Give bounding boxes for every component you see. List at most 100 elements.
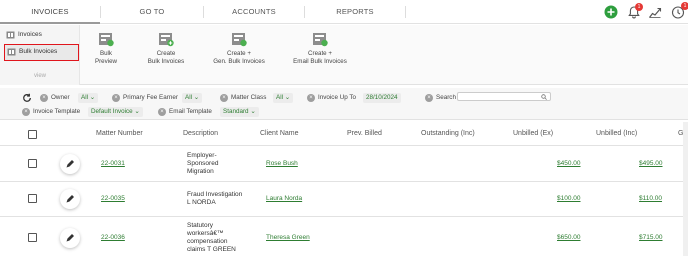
column-header-prev-billed[interactable]: Prev. Billed [347, 122, 382, 146]
description-line: workersâ€™ [187, 230, 224, 237]
remove-filter-icon[interactable]: × [40, 94, 48, 102]
chevron-down-icon: ⌄ [193, 94, 200, 101]
table-row[interactable]: 22-0035 Fraud Investigation L NORDA Laur… [0, 182, 688, 217]
unbilled-inc-link[interactable]: $110.00 [639, 195, 662, 203]
matter-class-filter-chip: × Matter Class [220, 93, 266, 103]
add-icon[interactable] [604, 5, 618, 19]
button-label: Email Bulk Invoices [293, 58, 347, 65]
button-label: Bulk Invoices [147, 58, 185, 65]
timer-badge: 1 [681, 2, 688, 10]
view-section-label: view [33, 73, 46, 79]
unbilled-ex-link[interactable]: $450.00 [557, 160, 581, 168]
matter-number-link[interactable]: 22-0031 [101, 160, 125, 168]
dropdown-value: Standard [223, 108, 249, 115]
remove-filter-icon[interactable]: × [307, 94, 315, 102]
description-line: Statutory [187, 222, 214, 229]
description-line: compensation [187, 238, 228, 245]
chevron-down-icon: ⌄ [284, 94, 291, 101]
chevron-down-icon: ⌄ [89, 94, 96, 101]
column-header-unbilled-ex[interactable]: Unbilled (Ex) [513, 122, 553, 146]
date-value: 28/10/2024 [366, 94, 398, 101]
fee-earner-dropdown[interactable]: All ⌄ [182, 93, 203, 103]
filter-label: Matter Class [231, 94, 267, 101]
client-name-link[interactable]: Laura Norda [266, 195, 302, 203]
bulk-invoice-icon [7, 48, 16, 56]
client-name-link[interactable]: Theresa Green [266, 234, 310, 242]
bulk-preview-button[interactable]: Bulk Preview [86, 32, 126, 66]
filter-label: Email Template [169, 108, 212, 115]
button-label: Gen. Bulk Invoices [213, 58, 265, 65]
search-input[interactable] [457, 92, 551, 101]
column-header-unbilled-inc[interactable]: Unbilled (Inc) [596, 122, 637, 146]
button-label: Create [156, 50, 176, 57]
pencil-icon [66, 160, 74, 168]
remove-filter-icon[interactable]: × [22, 108, 30, 116]
row-checkbox[interactable] [28, 233, 37, 242]
description-cell: Employer- Sponsored Migration [187, 152, 218, 176]
trend-chart-icon[interactable] [648, 5, 662, 19]
invoice-template-dropdown[interactable]: Default Invoice ⌄ [88, 107, 143, 117]
button-label: Create + [227, 50, 251, 57]
row-checkbox[interactable] [28, 194, 37, 203]
edit-button[interactable] [60, 228, 80, 248]
matter-number-link[interactable]: 22-0036 [101, 234, 125, 242]
search-icon [541, 94, 547, 100]
edit-button[interactable] [60, 189, 80, 209]
sidebar-item-bulk-invoices[interactable]: Bulk Invoices [4, 44, 79, 61]
create-invoice-icon [158, 33, 174, 47]
description-cell: Fraud Investigation L NORDA [187, 191, 242, 207]
description-line: Migration [187, 168, 214, 175]
filter-label: Owner [51, 94, 70, 101]
row-checkbox[interactable] [28, 159, 37, 168]
top-navigation: INVOICES GO TO ACCOUNTS REPORTS 1 1 [0, 0, 688, 24]
email-invoice-icon [312, 33, 328, 47]
create-gen-bulk-invoices-button[interactable]: Create + Gen. Bulk Invoices [209, 32, 269, 66]
column-header-description[interactable]: Description [183, 122, 218, 146]
remove-filter-icon[interactable]: × [425, 94, 433, 102]
edit-button[interactable] [60, 154, 80, 174]
owner-dropdown[interactable]: All ⌄ [78, 93, 99, 103]
chevron-down-icon: ⌄ [134, 108, 140, 115]
column-header-client-name[interactable]: Client Name [260, 122, 299, 146]
column-header-outstanding[interactable]: Outstanding (Inc) [421, 122, 475, 146]
remove-filter-icon[interactable]: × [112, 94, 120, 102]
select-all-checkbox[interactable] [28, 130, 37, 139]
sidebar-item-invoices[interactable]: Invoices [6, 28, 42, 42]
view-panel: Invoices Bulk Invoices view [0, 25, 80, 85]
client-name-link[interactable]: Rose Bush [266, 160, 298, 168]
sidebar-item-label: Bulk Invoices [19, 48, 58, 55]
chevron-down-icon: ⌄ [250, 108, 256, 115]
dropdown-value: All [81, 94, 88, 101]
remove-filter-icon[interactable]: × [158, 108, 166, 116]
button-label: Bulk [99, 50, 113, 57]
notification-badge: 1 [635, 3, 643, 11]
tab-invoices[interactable]: INVOICES [0, 0, 100, 24]
dropdown-value: All [185, 94, 192, 101]
refresh-icon[interactable] [22, 93, 32, 103]
create-bulk-invoices-button[interactable]: Create Bulk Invoices [140, 32, 192, 66]
filter-label: Invoice Up To [318, 94, 357, 101]
unbilled-ex-link[interactable]: $650.00 [557, 234, 581, 242]
tab-divider [405, 6, 406, 18]
matter-number-link[interactable]: 22-0035 [101, 195, 125, 203]
table-row[interactable]: 22-0036 Statutory workersâ€™ compensatio… [0, 217, 688, 256]
tab-go-to[interactable]: GO TO [101, 0, 203, 24]
description-line: Sponsored [187, 160, 219, 167]
table-row[interactable]: 22-0031 Employer- Sponsored Migration Ro… [0, 147, 688, 182]
description-line: Employer- [187, 152, 217, 159]
create-email-bulk-invoices-button[interactable]: Create + Email Bulk Invoices [288, 32, 352, 66]
matter-class-dropdown[interactable]: All ⌄ [273, 93, 294, 103]
invoice-up-to-filter-chip: × Invoice Up To [307, 93, 356, 103]
unbilled-ex-link[interactable]: $100.00 [557, 195, 581, 203]
description-cell: Statutory workersâ€™ compensation claims… [187, 222, 236, 254]
column-header-matter-number[interactable]: Matter Number [96, 122, 143, 146]
ribbon-toolbar: Invoices Bulk Invoices view Bulk Preview [0, 25, 688, 85]
remove-filter-icon[interactable]: × [220, 94, 228, 102]
invoice-up-to-date[interactable]: 28/10/2024 [363, 93, 401, 103]
tab-accounts[interactable]: ACCOUNTS [204, 0, 304, 24]
owner-filter-chip: × Owner [40, 93, 70, 103]
unbilled-inc-link[interactable]: $495.00 [639, 160, 663, 168]
email-template-dropdown[interactable]: Standard ⌄ [220, 107, 259, 117]
unbilled-inc-link[interactable]: $715.00 [639, 234, 663, 242]
tab-reports[interactable]: REPORTS [305, 0, 405, 24]
